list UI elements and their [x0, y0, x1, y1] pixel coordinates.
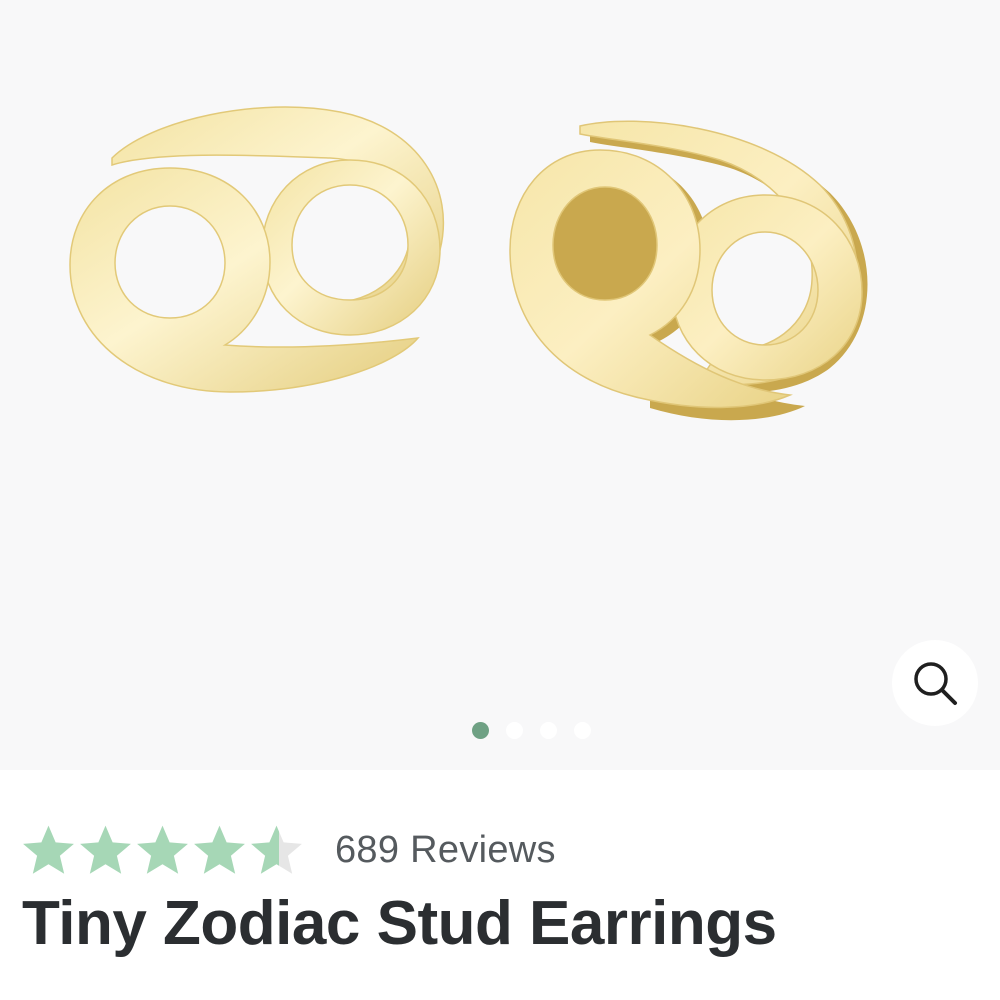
star-rating	[20, 822, 305, 879]
carousel-dots	[31, 722, 1000, 742]
star-icon	[80, 825, 131, 874]
right-earring	[509, 120, 868, 421]
reviews-link[interactable]: 689 Reviews	[335, 829, 556, 872]
carousel-dot-2[interactable]	[505, 722, 523, 739]
product-title: Tiny Zodiac Stud Earrings	[22, 889, 777, 958]
magnifier-icon	[914, 662, 957, 705]
left-earring	[69, 106, 445, 393]
half-star-icon	[251, 825, 302, 874]
zoom-button[interactable]	[892, 640, 978, 726]
star-icon	[23, 825, 74, 874]
star-icon	[137, 825, 188, 874]
carousel-dot-3[interactable]	[539, 722, 557, 739]
carousel-dot-1[interactable]	[471, 722, 489, 739]
product-image	[69, 106, 868, 421]
carousel-dot-4[interactable]	[573, 722, 591, 739]
rating-row[interactable]: 689 Reviews	[20, 818, 556, 882]
product-gallery[interactable]	[0, 0, 1000, 770]
star-icon	[194, 825, 245, 874]
